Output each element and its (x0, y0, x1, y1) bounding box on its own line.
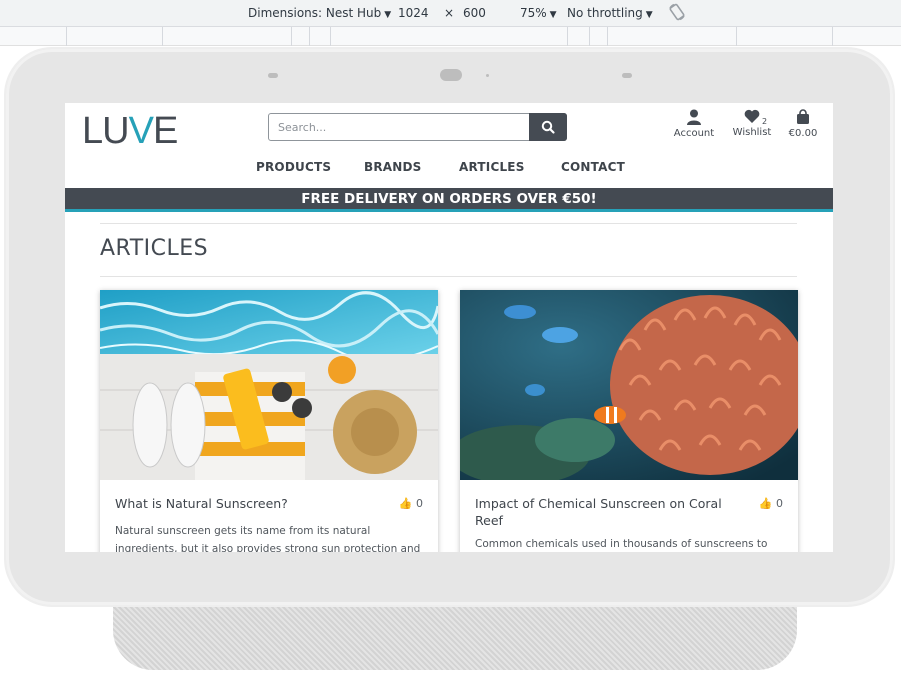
chevron-down-icon: ▼ (384, 10, 392, 20)
article-title[interactable]: Impact of Chemical Sunscreen on Coral Re… (475, 495, 730, 529)
account-link[interactable]: Account (673, 109, 715, 139)
devtools-device-toolbar: Dimensions: Nest Hub ▼ 1024 × 600 75% ▼ No… (0, 0, 901, 27)
search-bar (268, 113, 567, 141)
like-count[interactable]: 👍 0 (399, 497, 423, 510)
article-image-coral-reef[interactable] (460, 290, 798, 480)
wishlist-label: Wishlist (732, 127, 772, 138)
logo-text-end: E (152, 110, 178, 152)
user-icon (687, 109, 701, 125)
nav-brands[interactable]: BRANDS (364, 160, 422, 174)
chevron-down-icon: ▼ (645, 10, 653, 20)
shopping-bag-link[interactable]: €0.00 (787, 109, 819, 139)
rotate-icon[interactable] (668, 3, 688, 23)
search-icon (541, 120, 555, 134)
account-label: Account (673, 128, 715, 139)
thumbs-up-icon: 👍 (758, 497, 773, 510)
article-excerpt: Common chemicals used in thousands of su… (475, 538, 768, 550)
nav-contact[interactable]: CONTACT (561, 160, 625, 174)
nav-products[interactable]: PRODUCTS (256, 160, 331, 174)
bag-total: €0.00 (788, 128, 818, 139)
page-title: ARTICLES (100, 236, 209, 261)
wishlist-link[interactable]: 2 Wishlist (730, 109, 774, 138)
device-dimensions-dropdown[interactable]: Dimensions: Nest Hub ▼ (248, 6, 391, 20)
search-button[interactable] (529, 113, 567, 141)
like-count-value: 0 (416, 497, 423, 510)
device-stand (113, 598, 797, 670)
article-title[interactable]: What is Natural Sunscreen? (115, 495, 370, 512)
free-delivery-banner: FREE DELIVERY ON ORDERS OVER €50! (65, 188, 833, 212)
search-input[interactable] (269, 114, 529, 140)
divider (100, 223, 797, 224)
divider (100, 276, 797, 277)
sensor-dot (622, 73, 632, 78)
device-screen: LUVE Account 2 Wishlist €0.00 PRODUCTS B… (65, 103, 833, 552)
article-excerpt: ingredients, but it also provides strong… (115, 543, 421, 552)
device-height-input[interactable]: 600 (463, 6, 486, 20)
article-card[interactable]: What is Natural Sunscreen? 👍 0 Natural s… (100, 290, 438, 552)
sensor-dot (268, 73, 278, 78)
device-dimensions-label: Dimensions: Nest Hub (248, 6, 382, 20)
site-logo[interactable]: LUVE (82, 110, 178, 153)
device-width-input[interactable]: 1024 (398, 6, 429, 20)
chevron-down-icon: ▼ (549, 10, 557, 20)
media-query-ruler (0, 27, 901, 46)
logo-text: LU (82, 110, 130, 152)
throttling-dropdown[interactable]: No throttling ▼ (567, 6, 653, 20)
wishlist-count-badge: 2 (762, 117, 768, 126)
sensor-dot (486, 74, 489, 77)
like-count-value: 0 (776, 497, 783, 510)
throttling-label: No throttling (567, 6, 643, 20)
article-image-beach[interactable] (100, 290, 438, 480)
nav-articles[interactable]: ARTICLES (459, 160, 525, 174)
like-count[interactable]: 👍 0 (759, 497, 783, 510)
logo-accent-text: V (128, 110, 154, 152)
zoom-dropdown[interactable]: 75% ▼ (520, 6, 557, 20)
shopping-bag-icon (797, 109, 809, 124)
article-excerpt: Natural sunscreen gets its name from its… (115, 525, 371, 537)
times-separator: × (444, 6, 455, 20)
thumbs-up-icon: 👍 (398, 497, 413, 510)
heart-icon (744, 109, 760, 123)
article-card[interactable]: Impact of Chemical Sunscreen on Coral Re… (460, 290, 798, 552)
camera-icon (440, 69, 462, 81)
zoom-label: 75% (520, 6, 547, 20)
